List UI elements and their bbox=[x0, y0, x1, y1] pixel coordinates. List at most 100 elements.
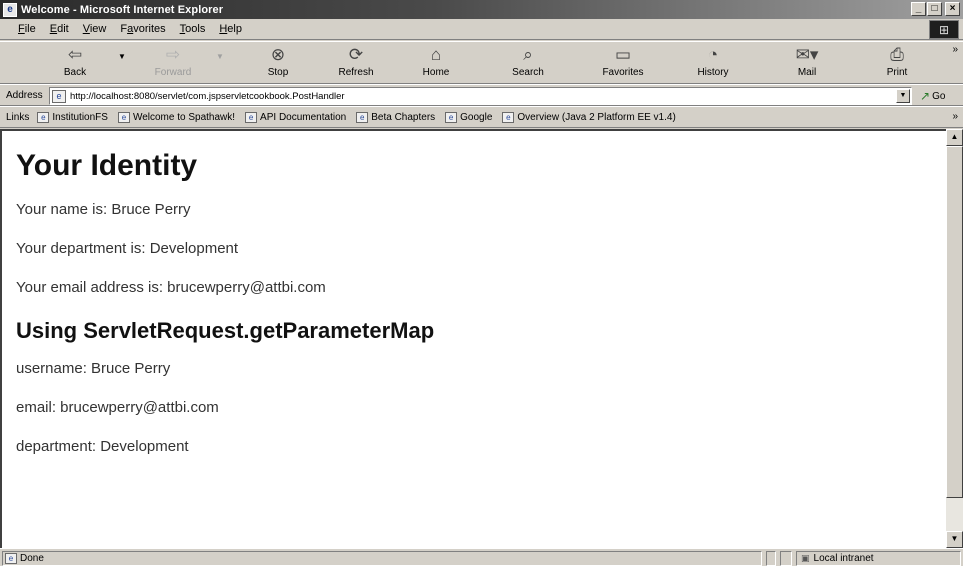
menu-tools[interactable]: Tools bbox=[173, 23, 213, 35]
history-button[interactable]: ◔ History bbox=[683, 44, 743, 78]
menu-edit-rest: dit bbox=[57, 23, 69, 35]
page-content-frame: Your Identity Your name is: Bruce Perry … bbox=[0, 129, 963, 548]
back-label: Back bbox=[63, 67, 87, 78]
back-dropdown-icon[interactable]: ▼ bbox=[118, 52, 126, 61]
menu-edit[interactable]: Edit bbox=[43, 23, 76, 35]
links-label: Links bbox=[6, 111, 30, 123]
scroll-up-icon[interactable]: ▲ bbox=[946, 129, 963, 146]
print-label: Print bbox=[886, 67, 908, 78]
window-title: Welcome - Microsoft Internet Explorer bbox=[21, 3, 224, 16]
page-icon: e bbox=[117, 111, 130, 123]
scroll-down-icon[interactable]: ▼ bbox=[946, 531, 963, 548]
link-item[interactable]: e Beta Chapters bbox=[356, 111, 436, 123]
menu-file-accel: F bbox=[18, 23, 25, 35]
menu-edit-accel: E bbox=[49, 23, 58, 35]
link-item[interactable]: e Overview (Java 2 Platform EE v1.4) bbox=[502, 111, 676, 123]
refresh-label: Refresh bbox=[338, 67, 374, 78]
stop-label: Stop bbox=[267, 67, 289, 78]
links-chevron-icon[interactable]: » bbox=[952, 111, 958, 122]
print-button[interactable]: ⎙ Print bbox=[867, 44, 927, 78]
maximize-button[interactable]: □ bbox=[927, 2, 942, 16]
back-arrow-icon: ⇦ bbox=[67, 45, 83, 64]
go-button[interactable]: ↗ Go bbox=[920, 89, 945, 103]
home-icon: ⌂ bbox=[430, 45, 442, 64]
status-main-pane: e Done bbox=[2, 551, 762, 566]
link-item[interactable]: e Welcome to Spathawk! bbox=[117, 111, 236, 123]
menu-file-rest: ile bbox=[24, 23, 36, 35]
address-label: Address bbox=[6, 89, 43, 101]
status-bar: e Done ▣ Local intranet bbox=[0, 548, 963, 566]
link-item[interactable]: e InstitutionFS bbox=[37, 111, 108, 123]
scroll-thumb[interactable] bbox=[946, 146, 963, 498]
window-controls: _ □ × bbox=[910, 2, 960, 16]
history-icon: ◔ bbox=[707, 45, 719, 64]
address-bar: Address e http://localhost:8080/servlet/… bbox=[0, 84, 963, 106]
page-icon: e bbox=[356, 111, 369, 123]
mail-button[interactable]: ✉▾ Mail bbox=[777, 44, 837, 78]
param-department: department: Development bbox=[16, 438, 189, 455]
link-label: InstitutionFS bbox=[52, 111, 108, 123]
page-done-icon: e bbox=[5, 553, 17, 564]
link-item[interactable]: e API Documentation bbox=[245, 111, 346, 123]
page-icon: e bbox=[445, 111, 458, 123]
section-heading: Using ServletRequest.getParameterMap bbox=[16, 318, 435, 343]
identity-name: Your name is: Bruce Perry bbox=[16, 201, 191, 218]
favorites-label: Favorites bbox=[602, 67, 644, 78]
forward-button[interactable]: ⇨ Forward bbox=[143, 44, 203, 78]
status-text: Done bbox=[20, 553, 44, 564]
menu-favorites-rest: vorites bbox=[133, 23, 166, 35]
identity-email: Your email address is: brucewperry@attbi… bbox=[16, 279, 326, 296]
vertical-scrollbar[interactable]: ▲ ▼ bbox=[946, 129, 963, 548]
ie-page-icon: e bbox=[3, 2, 17, 17]
links-bar: Links e InstitutionFS e Welcome to Spathaw… bbox=[0, 106, 963, 128]
refresh-icon: ⟳ bbox=[348, 45, 364, 64]
link-label: Welcome to Spathawk! bbox=[132, 111, 236, 123]
mail-icon: ✉▾ bbox=[795, 45, 819, 64]
forward-label: Forward bbox=[154, 67, 192, 78]
intranet-icon: ▣ bbox=[801, 553, 810, 563]
page-icon: e bbox=[502, 111, 515, 123]
minimize-button[interactable]: _ bbox=[911, 2, 926, 16]
title-bar: e Welcome - Microsoft Internet Explorer … bbox=[0, 0, 963, 19]
stop-icon: ⊗ bbox=[270, 45, 286, 64]
favorites-folder-icon: ▭ bbox=[614, 45, 632, 64]
page-icon: e bbox=[37, 111, 50, 123]
menu-favorites[interactable]: Favorites bbox=[113, 23, 172, 35]
forward-arrow-icon: ⇨ bbox=[165, 45, 181, 64]
back-button[interactable]: ⇦ Back bbox=[45, 44, 105, 78]
stop-button[interactable]: ⊗ Stop bbox=[248, 44, 308, 78]
history-label: History bbox=[697, 67, 729, 78]
address-url: http://localhost:8080/servlet/com.jspser… bbox=[70, 90, 345, 102]
param-email: email: brucewperry@attbi.com bbox=[16, 399, 219, 416]
go-arrow-icon: ↗ bbox=[920, 89, 931, 103]
menu-help-rest: elp bbox=[227, 23, 242, 35]
menu-file[interactable]: File bbox=[0, 23, 43, 35]
status-pane bbox=[766, 551, 776, 566]
toolbar-chevron-icon[interactable]: » bbox=[952, 44, 958, 55]
refresh-button[interactable]: ⟳ Refresh bbox=[326, 44, 386, 78]
identity-department: Your department is: Development bbox=[16, 240, 239, 257]
favorites-button[interactable]: ▭ Favorites bbox=[593, 44, 653, 78]
close-button[interactable]: × bbox=[945, 2, 960, 16]
standard-toolbar: ⇦ Back ▼ ⇨ Forward ▼ ⊗ Stop ⟳ Refresh ⌂ … bbox=[0, 41, 963, 84]
address-input[interactable]: e http://localhost:8080/servlet/com.jsps… bbox=[49, 87, 912, 105]
home-button[interactable]: ⌂ Home bbox=[406, 44, 466, 78]
menu-view-accel: V bbox=[82, 23, 90, 35]
windows-logo-icon: ⊞ bbox=[929, 20, 959, 39]
forward-dropdown-icon[interactable]: ▼ bbox=[216, 52, 224, 61]
address-dropdown-icon[interactable]: ▼ bbox=[896, 89, 910, 103]
link-item[interactable]: e Google bbox=[445, 111, 492, 123]
page-icon: e bbox=[245, 111, 258, 123]
page-content: Your Identity Your name is: Bruce Perry … bbox=[16, 131, 936, 548]
search-label: Search bbox=[512, 67, 544, 78]
search-button[interactable]: ⌕ Search bbox=[498, 44, 558, 78]
security-zone: ▣ Local intranet bbox=[796, 551, 961, 566]
go-label: Go bbox=[932, 90, 946, 102]
link-label: Beta Chapters bbox=[371, 111, 436, 123]
home-label: Home bbox=[422, 67, 450, 78]
page-heading: Your Identity bbox=[16, 149, 198, 182]
print-icon: ⎙ bbox=[890, 45, 904, 64]
status-pane bbox=[780, 551, 792, 566]
menu-help[interactable]: Help bbox=[212, 23, 249, 35]
menu-view[interactable]: View bbox=[76, 23, 114, 35]
